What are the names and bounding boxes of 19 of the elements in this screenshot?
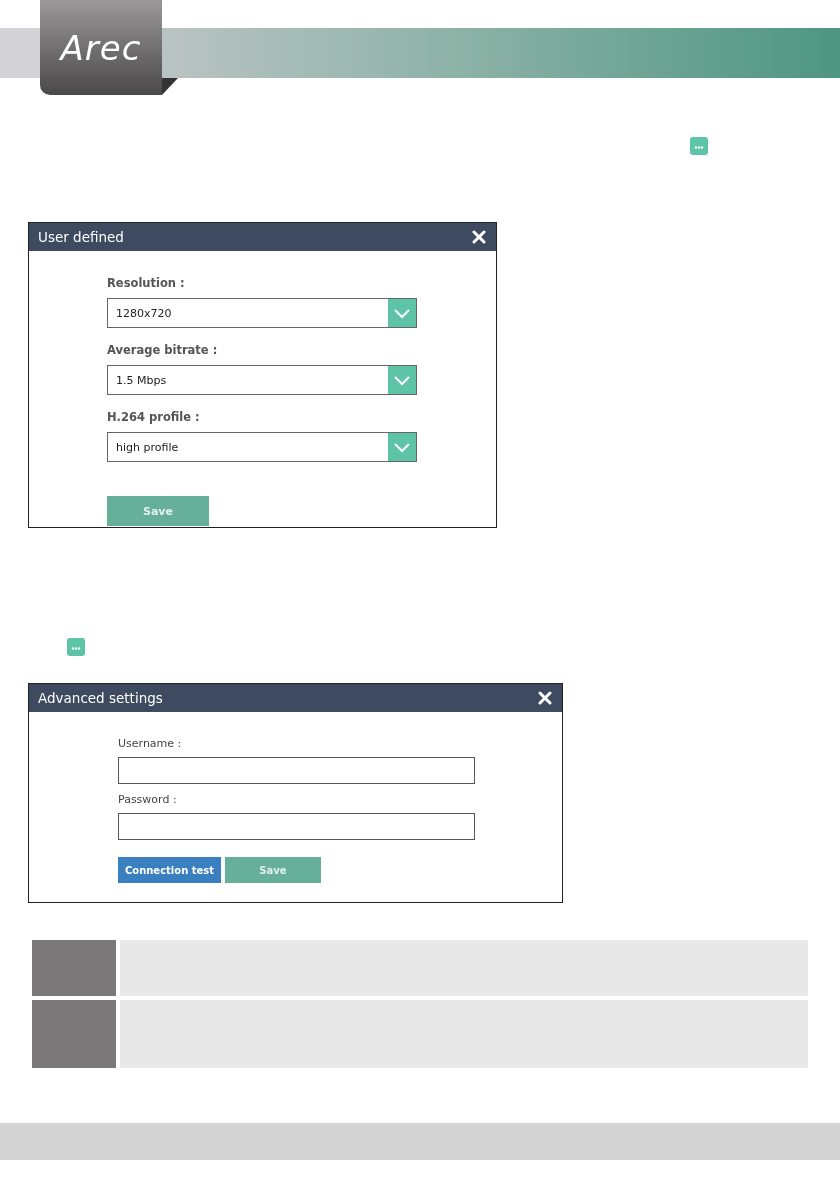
field-label: Resolution : [107, 275, 186, 291]
dropdown[interactable]: high profile [107, 432, 417, 462]
connection-test-button[interactable]: Connection test [118, 857, 221, 883]
field-label: Average bitrate : [107, 342, 219, 358]
close-icon[interactable] [472, 230, 486, 244]
logo-fold [162, 78, 178, 95]
dropdown[interactable]: 1.5 Mbps [107, 365, 417, 395]
dialog-title: Advanced settings [38, 690, 163, 706]
dialog-title: User defined [38, 229, 124, 245]
more-icon [67, 638, 85, 656]
logo: Arec [40, 0, 162, 95]
field-label: Password : [118, 792, 178, 808]
more-icon [690, 137, 708, 155]
dropdown[interactable]: 1280x720 [107, 298, 417, 328]
field-label: Username : [118, 736, 183, 752]
input-field[interactable] [118, 757, 475, 784]
input-field[interactable] [118, 813, 475, 840]
close-icon[interactable] [538, 691, 552, 705]
field-label: H.264 profile : [107, 409, 201, 425]
